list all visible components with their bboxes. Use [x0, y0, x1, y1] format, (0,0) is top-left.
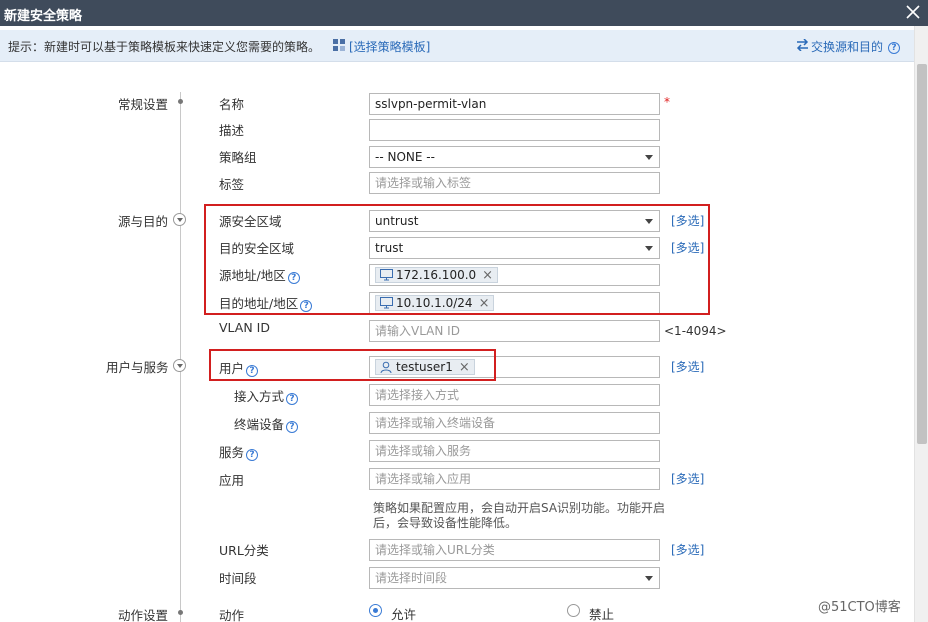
app-label: 应用	[219, 473, 245, 488]
vertical-scrollbar[interactable]	[914, 26, 928, 622]
url-multi-link[interactable]: [多选]	[671, 541, 704, 558]
tag-input[interactable]: 请选择或输入标签	[369, 172, 660, 194]
dialog-titlebar: 新建安全策略	[0, 0, 928, 26]
close-icon	[906, 5, 920, 19]
swap-src-dst-link[interactable]: 交换源和目的	[811, 38, 883, 55]
service-input[interactable]: 请选择或输入服务	[369, 440, 660, 462]
app-note: 策略如果配置应用，会自动开启SA识别功能。功能开启后，会导致设备性能降低。	[373, 501, 666, 530]
help-icon[interactable]: ?	[246, 449, 259, 461]
section-dot	[178, 610, 183, 615]
required-mark: *	[664, 95, 670, 109]
highlight-box-src-dst	[204, 204, 710, 315]
vlan-input[interactable]: 请输入VLAN ID	[369, 320, 660, 342]
app-input[interactable]: 请选择或输入应用	[369, 468, 660, 490]
user-multi-link[interactable]: [多选]	[671, 358, 704, 375]
url-input[interactable]: 请选择或输入URL分类	[369, 539, 660, 561]
action-deny-radio[interactable]	[567, 604, 580, 617]
tip-bar: 提示：新建时可以基于策略模板来快速定义您需要的策略。 [选择策略模板] 交换源和…	[0, 30, 914, 62]
help-icon[interactable]: ?	[286, 393, 299, 405]
section-general: 常规设置	[118, 97, 169, 112]
template-icon	[333, 39, 345, 54]
section-src-dst: 源与目的	[118, 214, 169, 229]
time-label: 时间段	[219, 571, 257, 586]
action-permit-label[interactable]: 允许	[391, 604, 416, 622]
time-select[interactable]: 请选择时间段	[369, 567, 660, 589]
group-select[interactable]: -- NONE --	[369, 146, 660, 168]
vlan-range-hint: <1-4094>	[664, 324, 727, 338]
desc-input[interactable]	[369, 119, 660, 141]
section-action: 动作设置	[118, 608, 169, 622]
group-label: 策略组	[219, 150, 257, 165]
select-template-link[interactable]: [选择策略模板]	[349, 38, 430, 55]
terminal-input[interactable]: 请选择或输入终端设备	[369, 412, 660, 434]
swap-icon	[796, 38, 809, 54]
collapse-toggle-icon[interactable]	[173, 213, 186, 226]
section-dot	[178, 99, 183, 104]
action-permit-radio[interactable]	[369, 604, 382, 617]
section-user-service: 用户与服务	[106, 360, 169, 375]
help-icon[interactable]: ?	[286, 421, 299, 433]
desc-label: 描述	[219, 123, 245, 138]
tip-text: 提示：新建时可以基于策略模板来快速定义您需要的策略。	[8, 40, 321, 54]
collapse-toggle-icon[interactable]	[173, 359, 186, 372]
terminal-label: 终端设备?	[234, 414, 299, 433]
watermark: @51CTO博客	[818, 600, 901, 615]
dialog-title: 新建安全策略	[4, 9, 83, 24]
highlight-box-user	[209, 349, 496, 381]
name-input[interactable]: sslvpn-permit-vlan	[369, 93, 660, 115]
app-multi-link[interactable]: [多选]	[671, 470, 704, 487]
vlan-label: VLAN ID	[219, 320, 270, 335]
section-guide-line	[180, 92, 181, 622]
help-icon[interactable]: ?	[886, 39, 900, 54]
action-deny-label[interactable]: 禁止	[589, 604, 614, 622]
access-label: 接入方式?	[234, 386, 299, 405]
name-label: 名称	[219, 97, 245, 112]
url-label: URL分类	[219, 543, 269, 558]
action-label: 动作	[219, 608, 245, 622]
close-button[interactable]	[904, 2, 922, 22]
access-input[interactable]: 请选择接入方式	[369, 384, 660, 406]
scrollbar-thumb[interactable]	[917, 64, 927, 444]
service-label: 服务?	[219, 442, 259, 461]
tag-label: 标签	[219, 177, 245, 192]
